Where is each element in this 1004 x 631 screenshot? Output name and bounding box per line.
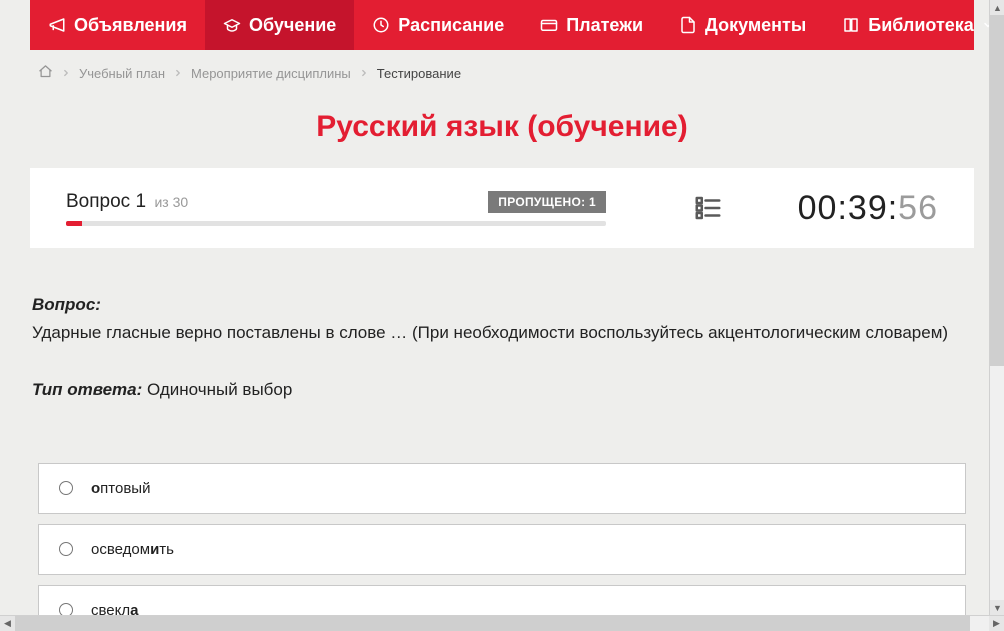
home-icon[interactable] — [38, 64, 53, 82]
chevron-right-icon — [61, 68, 71, 78]
nav-documents[interactable]: Документы — [661, 0, 824, 50]
answer-options: оптовый осведомить свекла — [30, 463, 974, 616]
scroll-left-button[interactable]: ◀ — [0, 616, 15, 631]
answer-radio[interactable] — [59, 542, 73, 556]
nav-schedule[interactable]: Расписание — [354, 0, 522, 50]
answer-option[interactable]: оптовый — [38, 463, 966, 514]
clock-icon — [372, 16, 390, 34]
question-number: Вопрос 1 — [66, 191, 146, 212]
chevron-right-icon — [359, 68, 369, 78]
timer-seconds: 56 — [898, 189, 938, 227]
breadcrumb: Учебный план Мероприятие дисциплины Тест… — [30, 50, 974, 92]
nav-education[interactable]: Обучение — [205, 0, 354, 50]
nav-label: Платежи — [566, 15, 643, 36]
question-body: Вопрос: Ударные гласные верно поставлены… — [30, 292, 974, 403]
question-progress: Вопрос 1 из 30 ПРОПУЩЕНО: 1 — [66, 191, 606, 226]
nav-label: Объявления — [74, 15, 187, 36]
megaphone-icon — [48, 16, 66, 34]
scroll-right-button[interactable]: ▶ — [989, 616, 1004, 631]
page-title: Русский язык (обучение) — [30, 110, 974, 144]
question-list-button[interactable] — [678, 193, 738, 223]
scroll-thumb[interactable] — [15, 616, 970, 631]
answer-radio[interactable] — [59, 603, 73, 615]
answer-text: оптовый — [91, 480, 150, 497]
book-icon — [842, 16, 860, 34]
graduation-cap-icon — [223, 16, 241, 34]
chevron-right-icon — [173, 68, 183, 78]
nav-label: Обучение — [249, 15, 336, 36]
breadcrumb-link[interactable]: Учебный план — [79, 66, 165, 81]
question-label: Вопрос: — [32, 295, 101, 314]
timer-main: 00:39: — [798, 189, 899, 227]
nav-label: Документы — [705, 15, 806, 36]
question-total: из 30 — [154, 194, 188, 210]
skipped-badge: ПРОПУЩЕНО: 1 — [488, 191, 606, 213]
status-card: Вопрос 1 из 30 ПРОПУЩЕНО: 1 00:39:56 — [30, 168, 974, 248]
breadcrumb-link[interactable]: Мероприятие дисциплины — [191, 66, 351, 81]
scroll-up-button[interactable]: ▲ — [990, 0, 1004, 15]
document-icon — [679, 16, 697, 34]
nav-payments[interactable]: Платежи — [522, 0, 661, 50]
progress-bar — [66, 221, 606, 226]
nav-label: Расписание — [398, 15, 504, 36]
timer: 00:39:56 — [758, 189, 938, 228]
answer-text: осведомить — [91, 541, 174, 558]
question-text: Ударные гласные верно поставлены в слове… — [32, 320, 972, 346]
horizontal-scrollbar[interactable]: ◀ ▶ — [0, 615, 1004, 630]
list-icon — [693, 193, 723, 223]
progress-fill — [66, 221, 82, 226]
answer-type-value: Одиночный выбор — [147, 380, 292, 399]
breadcrumb-current: Тестирование — [377, 66, 461, 81]
main-navbar: Объявления Обучение Расписание Платежи Д… — [30, 0, 974, 50]
scroll-track[interactable] — [990, 15, 1004, 600]
answer-radio[interactable] — [59, 481, 73, 495]
nav-announcements[interactable]: Объявления — [30, 0, 205, 50]
answer-option[interactable]: осведомить — [38, 524, 966, 575]
answer-text: свекла — [91, 602, 138, 616]
vertical-scrollbar[interactable]: ▲ ▼ — [989, 0, 1004, 615]
nav-label: Библиотека — [868, 15, 974, 36]
nav-library[interactable]: Библиотека — [824, 0, 1004, 50]
answer-type-label: Тип ответа: — [32, 380, 142, 399]
scroll-down-button[interactable]: ▼ — [990, 600, 1004, 615]
answer-option[interactable]: свекла — [38, 585, 966, 616]
scroll-track[interactable] — [15, 616, 989, 631]
credit-card-icon — [540, 16, 558, 34]
scroll-thumb[interactable] — [990, 15, 1004, 366]
